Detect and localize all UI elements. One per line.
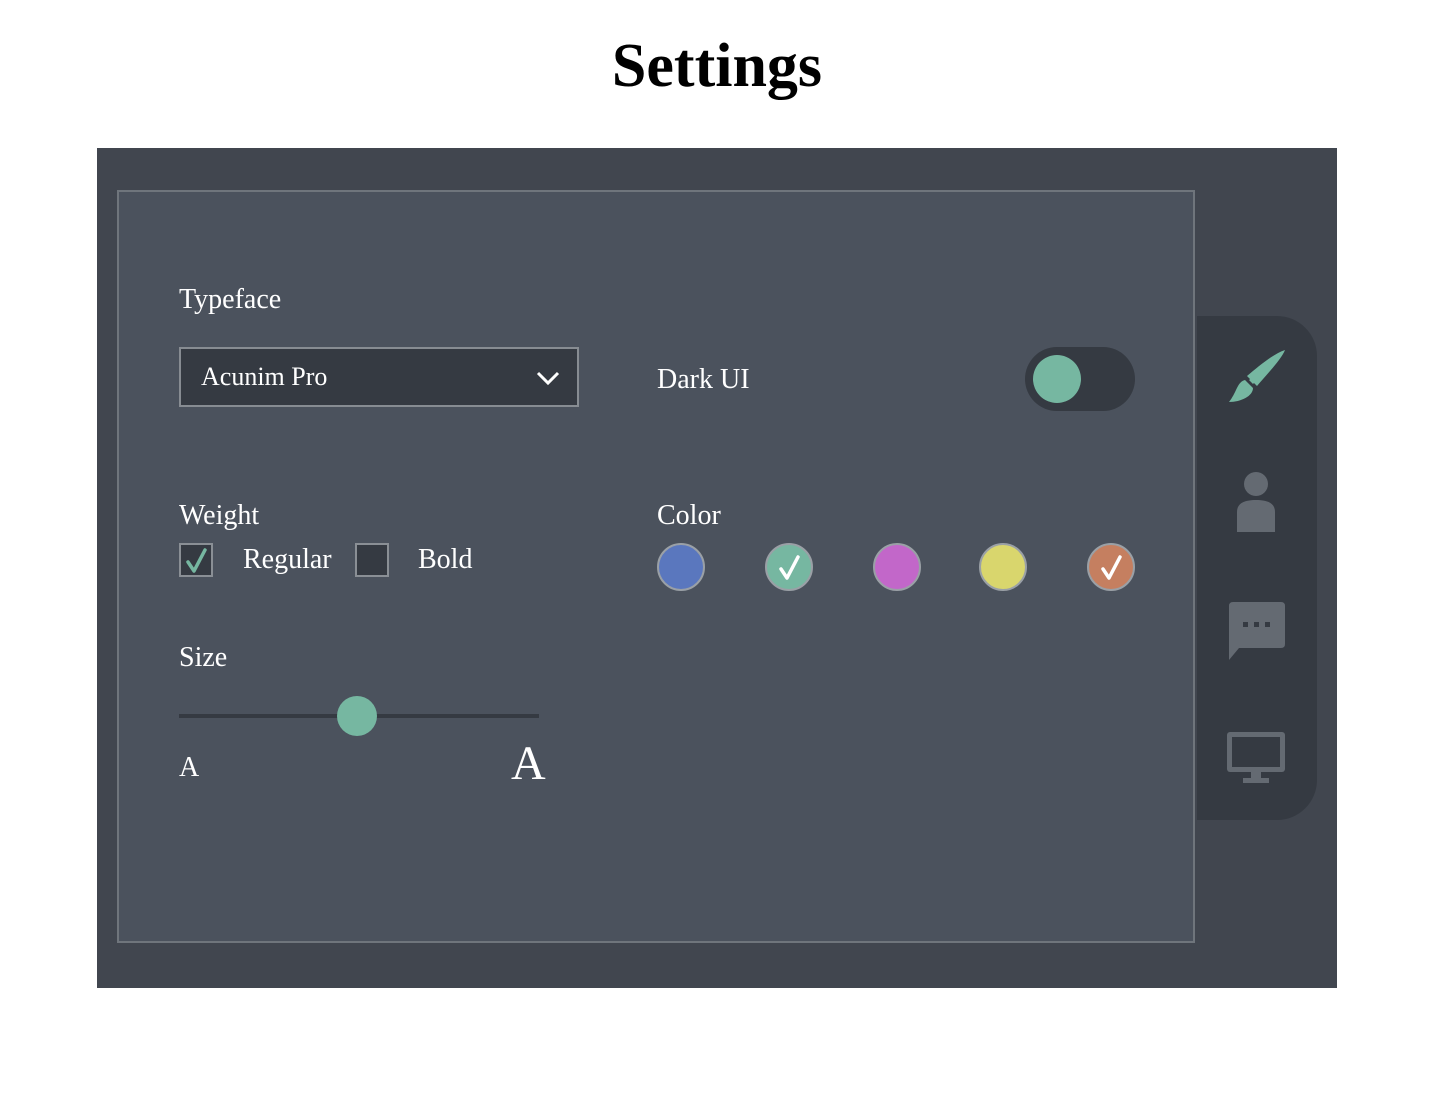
color-swatch-purple[interactable]: [873, 543, 921, 591]
chevron-down-icon: [536, 371, 560, 386]
size-slider-thumb[interactable]: [337, 696, 377, 736]
weight-bold-checkbox[interactable]: [355, 543, 389, 577]
weight-regular-checkbox[interactable]: [179, 543, 213, 577]
dark-ui-toggle[interactable]: [1025, 347, 1135, 411]
checkmark-icon: [186, 548, 207, 573]
chat-bubble-icon: [1229, 602, 1285, 660]
tab-display[interactable]: [1223, 724, 1289, 790]
tab-messages[interactable]: [1223, 598, 1289, 664]
weight-regular-label: Regular: [243, 544, 332, 575]
size-max-label: A: [511, 737, 546, 790]
tab-account[interactable]: [1223, 470, 1289, 536]
typeface-select[interactable]: Acunim Pro: [179, 347, 579, 407]
dark-ui-label: Dark UI: [657, 364, 750, 395]
side-tab-bar: [1197, 316, 1317, 820]
monitor-icon: [1227, 732, 1285, 783]
weight-bold-label: Bold: [418, 544, 473, 575]
size-label: Size: [179, 642, 228, 673]
tab-appearance[interactable]: [1223, 344, 1289, 410]
color-swatch-yellow[interactable]: [979, 543, 1027, 591]
settings-app: Typeface Acunim Pro Dark UI Weight Regul…: [97, 148, 1337, 988]
typeface-selected-value: Acunim Pro: [201, 362, 328, 391]
color-swatch-orange[interactable]: [1087, 543, 1135, 591]
typeface-label: Typeface: [179, 284, 282, 315]
page-title: Settings: [611, 32, 823, 100]
weight-label: Weight: [179, 500, 260, 531]
settings-panel: Typeface Acunim Pro Dark UI Weight Regul…: [117, 190, 1195, 943]
user-icon: [1237, 472, 1275, 532]
color-swatch-green[interactable]: [765, 543, 813, 591]
checkmark-icon: [1101, 555, 1122, 580]
paintbrush-icon: [1229, 350, 1285, 402]
checkmark-icon: [779, 555, 800, 580]
size-min-label: A: [179, 752, 200, 783]
color-label: Color: [657, 500, 721, 531]
color-swatch-blue[interactable]: [657, 543, 705, 591]
toggle-knob: [1033, 355, 1081, 403]
